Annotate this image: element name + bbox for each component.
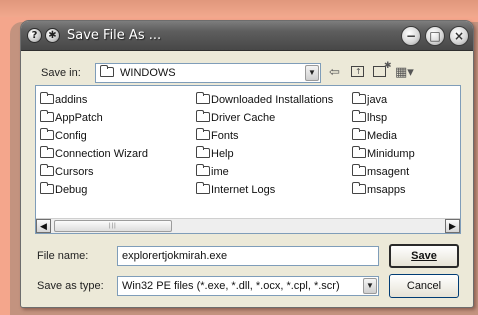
list-item[interactable]: Fonts	[196, 128, 239, 142]
folder-icon	[352, 92, 366, 104]
chevron-down-icon[interactable]: ▼	[305, 65, 319, 81]
list-item[interactable]: Cursors	[40, 164, 94, 178]
list-item[interactable]: Internet Logs	[196, 182, 275, 196]
list-item[interactable]: ime	[196, 164, 229, 178]
save-button[interactable]: Save	[389, 244, 459, 268]
list-item[interactable]: Downloaded Installations	[196, 92, 333, 106]
scroll-thumb[interactable]: |||	[54, 220, 172, 232]
list-item[interactable]: Minidump	[352, 146, 415, 160]
list-item[interactable]: Help	[196, 146, 234, 160]
folder-icon	[40, 146, 54, 158]
folder-icon	[352, 146, 366, 158]
folder-icon	[40, 128, 54, 140]
folder-icon	[40, 164, 54, 176]
file-name-input[interactable]: explorertjokmirah.exe	[117, 246, 379, 266]
list-item[interactable]: Debug	[40, 182, 87, 196]
scroll-right-button[interactable]: ▶	[445, 219, 460, 233]
list-item[interactable]: Connection Wizard	[40, 146, 148, 160]
folder-icon	[40, 92, 54, 104]
up-folder-icon[interactable]: ↑	[351, 66, 364, 81]
list-item[interactable]: Config	[40, 128, 87, 142]
folder-icon	[100, 65, 115, 79]
folder-icon	[352, 110, 366, 122]
save-as-type-dropdown[interactable]: Win32 PE files (*.exe, *.dll, *.ocx, *.c…	[117, 276, 379, 296]
maximize-button[interactable]: □	[425, 26, 445, 46]
list-item[interactable]: Media	[352, 128, 397, 142]
new-folder-icon[interactable]: ✱	[373, 61, 392, 81]
help-icon[interactable]: ?	[27, 28, 42, 43]
window-title: Save File As ...	[67, 28, 162, 43]
title-bar[interactable]: ? ✱ Save File As ... − □ ×	[21, 21, 473, 51]
minimize-button[interactable]: −	[401, 26, 421, 46]
grip-icon: |||	[109, 223, 117, 229]
save-as-type-value: Win32 PE files (*.exe, *.dll, *.ocx, *.c…	[122, 280, 340, 292]
background-strip	[0, 0, 478, 17]
folder-icon	[196, 182, 210, 194]
list-item[interactable]: lhsp	[352, 110, 387, 124]
folder-icon	[196, 110, 210, 122]
folder-icon	[196, 92, 210, 104]
list-item[interactable]: addins	[40, 92, 87, 106]
folder-icon	[40, 110, 54, 122]
horizontal-scrollbar[interactable]: ◀ ||| ▶	[36, 218, 460, 233]
folder-icon	[40, 182, 54, 194]
cancel-button[interactable]: Cancel	[389, 274, 459, 298]
list-item[interactable]: AppPatch	[40, 110, 103, 124]
save-file-dialog: ? ✱ Save File As ... − □ × Save in: WIND…	[20, 20, 474, 308]
window-menu-icon[interactable]: ✱	[45, 28, 60, 43]
chevron-down-icon[interactable]: ▼	[363, 278, 377, 294]
folder-icon	[352, 128, 366, 140]
folder-icon	[352, 182, 366, 194]
list-item[interactable]: msagent	[352, 164, 409, 178]
folder-icon	[196, 164, 210, 176]
scroll-left-button[interactable]: ◀	[36, 219, 51, 233]
folder-icon	[352, 164, 366, 176]
file-name-label: File name:	[37, 250, 89, 262]
list-item[interactable]: java	[352, 92, 387, 106]
folder-icon	[196, 128, 210, 140]
list-item[interactable]: msapps	[352, 182, 406, 196]
close-button[interactable]: ×	[449, 26, 469, 46]
folder-icon	[196, 146, 210, 158]
file-list[interactable]: addins AppPatch Config Connection Wizard…	[35, 85, 461, 234]
back-arrow-icon[interactable]: ⇦	[329, 65, 340, 80]
list-item[interactable]: Driver Cache	[196, 110, 275, 124]
save-in-dropdown[interactable]: WINDOWS ▼	[95, 63, 321, 83]
views-menu-icon[interactable]: ▦▾	[395, 65, 414, 80]
save-in-label: Save in:	[41, 67, 81, 79]
save-in-value: WINDOWS	[120, 67, 176, 79]
save-as-type-label: Save as type:	[37, 280, 104, 292]
